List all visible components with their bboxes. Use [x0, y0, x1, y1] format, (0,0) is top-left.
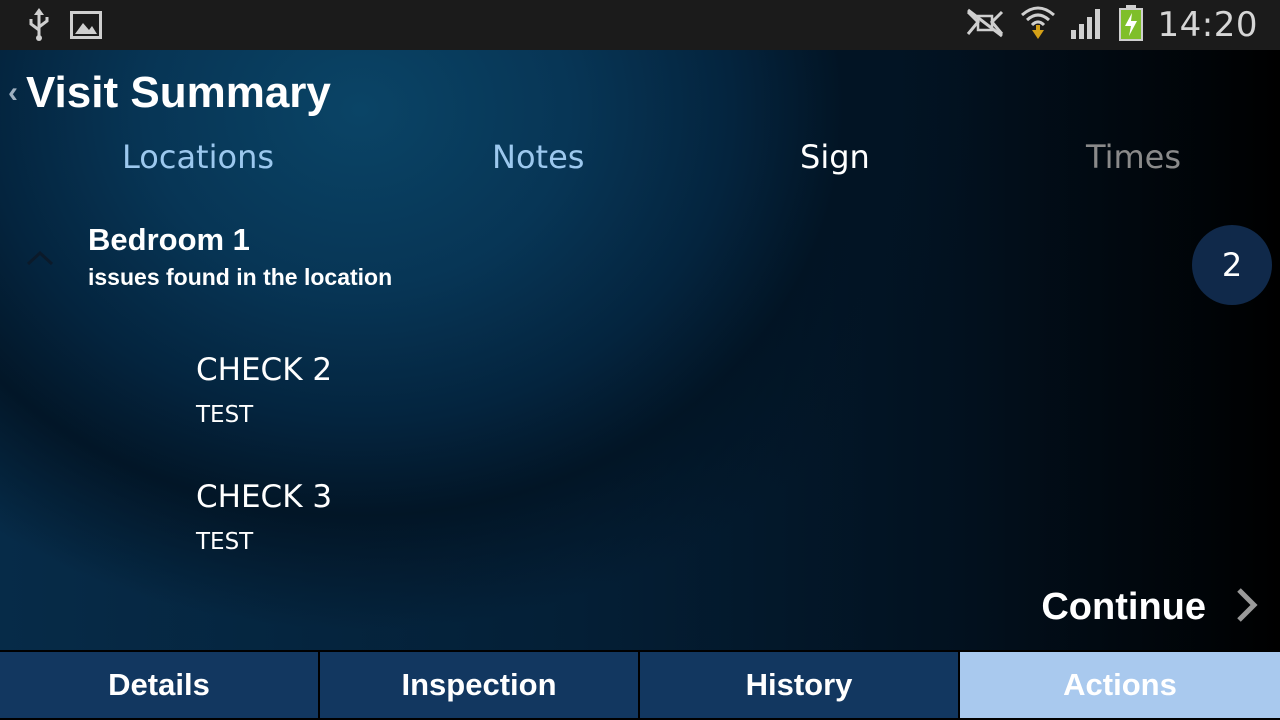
item-title: CHECK 2: [196, 352, 333, 388]
status-time: 14:20: [1157, 5, 1258, 45]
nav-actions-button[interactable]: Actions: [960, 652, 1280, 718]
location-name: Bedroom 1: [88, 222, 250, 257]
battery-charging-icon: [1118, 4, 1144, 46]
issue-count-badge: 2: [1192, 225, 1272, 305]
nav-inspection-button[interactable]: Inspection: [320, 652, 640, 718]
nav-history-button[interactable]: History: [640, 652, 960, 718]
item-title: CHECK 3: [196, 479, 333, 515]
tab-locations[interactable]: Locations: [122, 138, 274, 176]
bottom-nav: Details Inspection History Actions: [0, 650, 1280, 720]
list-item[interactable]: CHECK 3 TEST: [196, 479, 332, 555]
usb-icon: [26, 8, 52, 47]
image-icon: [70, 11, 102, 44]
location-group-header[interactable]: Bedroom 1 issues found in the location 2: [0, 220, 1280, 310]
tab-notes[interactable]: Notes: [492, 138, 584, 176]
wifi-icon: [1020, 5, 1056, 46]
nav-details-button[interactable]: Details: [0, 652, 320, 718]
item-note: TEST: [196, 529, 254, 555]
page-title: Visit Summary: [26, 68, 331, 117]
item-note: TEST: [196, 402, 254, 428]
tab-times[interactable]: Times: [1086, 138, 1181, 176]
location-subtitle: issues found in the location: [88, 264, 393, 290]
signal-icon: [1070, 6, 1104, 45]
continue-button[interactable]: Continue: [1041, 586, 1258, 629]
continue-label: Continue: [1041, 586, 1206, 628]
header[interactable]: ‹ Visit Summary: [8, 68, 331, 118]
chevron-up-icon[interactable]: [26, 250, 54, 271]
list-item[interactable]: CHECK 2 TEST: [196, 352, 332, 428]
chevron-right-icon: [1236, 587, 1258, 628]
status-bar: 14:20: [0, 0, 1280, 50]
app-content: ‹ Visit Summary Locations Notes Sign Tim…: [0, 50, 1280, 650]
nfc-icon: [964, 8, 1006, 43]
screen: 14:20 ‹ Visit Summary Locations Notes Si…: [0, 0, 1280, 720]
tab-bar: Locations Notes Sign Times: [0, 138, 1280, 186]
back-chevron-icon[interactable]: ‹: [8, 78, 18, 108]
tab-sign[interactable]: Sign: [800, 138, 870, 176]
